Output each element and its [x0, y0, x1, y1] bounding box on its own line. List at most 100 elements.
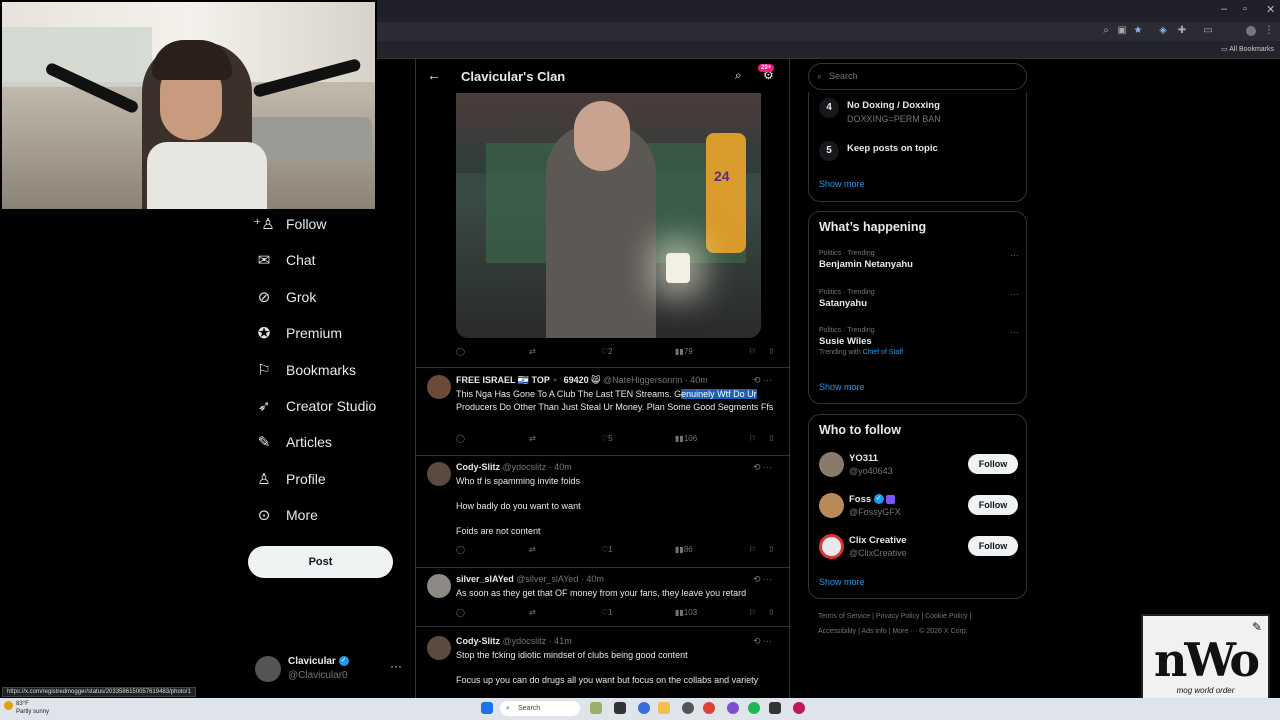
bookmark-icon[interactable]: ⚐ — [749, 434, 756, 443]
edge-icon[interactable] — [638, 702, 650, 714]
nav-profile[interactable]: ♙ Profile — [256, 466, 325, 492]
tweet[interactable]: Cody-Slitz @ydocslitz · 40m ⟲ ··· Who tf… — [416, 462, 789, 567]
avatar[interactable] — [819, 493, 844, 518]
star-icon[interactable]: ★ — [1133, 26, 1143, 36]
chrome-icon[interactable] — [682, 702, 694, 714]
tweet-time[interactable]: · 40m — [685, 375, 708, 385]
trend-item[interactable]: Politics · Trending Susie Wiles Trending… — [819, 327, 1019, 356]
like-button[interactable]: ♡ 5 — [601, 434, 613, 443]
more-dots-icon[interactable]: ··· — [390, 659, 402, 673]
tweet-author[interactable]: FREE ISRAEL 🇮🇱 TOP▪️ 69420 😸 — [456, 375, 601, 385]
folder-icon[interactable] — [658, 702, 670, 714]
tweet-time[interactable]: · 40m — [549, 462, 572, 472]
chrome-profile-icon[interactable] — [703, 702, 715, 714]
weather-widget[interactable]: 83°F Partly sunny — [4, 700, 49, 716]
search-icon[interactable]: ⌕ — [735, 68, 742, 83]
widget-icon[interactable] — [590, 702, 602, 714]
tweet-handle[interactable]: @NateHiggersonnn — [603, 375, 682, 385]
back-arrow-icon[interactable]: ← — [427, 67, 441, 83]
share-icon[interactable]: ⇧ — [768, 347, 775, 356]
nav-articles[interactable]: ✎ Articles — [256, 429, 332, 455]
avatar[interactable] — [819, 534, 844, 559]
repost-icon[interactable]: ⇄ — [529, 545, 536, 554]
reply-icon[interactable]: ◯ — [456, 434, 465, 443]
repost-icon[interactable]: ⇄ — [529, 347, 536, 356]
footer-line[interactable]: Terms of Service | Privacy Policy | Cook… — [818, 609, 1028, 624]
discord-icon[interactable] — [727, 702, 739, 714]
taskview-icon[interactable] — [614, 702, 626, 714]
start-icon[interactable] — [481, 702, 493, 714]
maximize-button[interactable]: ▫ — [1243, 3, 1247, 15]
bookmark-icon[interactable]: ⚐ — [749, 545, 756, 554]
tweet-time[interactable]: · 40m — [581, 574, 604, 584]
views-button[interactable]: ▮▮ 106 — [675, 434, 697, 443]
follow-button[interactable]: Follow — [968, 495, 1018, 515]
nav-more[interactable]: ⊙ More — [256, 502, 318, 528]
nav-chat[interactable]: ✉ Chat — [256, 247, 316, 273]
bookmark-icon[interactable]: ⚐ — [749, 347, 756, 356]
show-more-link[interactable]: Show more — [819, 577, 865, 587]
more-dots-icon[interactable]: ··· — [1010, 250, 1019, 260]
tweet-author[interactable]: Cody-Slitz — [456, 636, 500, 646]
nav-premium[interactable]: ✪ Premium — [256, 320, 342, 346]
follow-suggestion[interactable]: Clix Creative @ClixCreative Follow — [819, 533, 1019, 561]
app-icon[interactable] — [793, 702, 805, 714]
zoom-icon[interactable]: ⌕ — [1101, 26, 1111, 36]
trend-item[interactable]: Politics · Trending Satanyahu ··· — [819, 289, 1019, 309]
tweet-author[interactable]: silver_slAYed — [456, 574, 514, 584]
like-button[interactable]: ♡ 2 — [601, 347, 613, 356]
reply-icon[interactable]: ◯ — [456, 347, 465, 356]
tweet-menu[interactable]: ⟲ ··· — [753, 636, 772, 647]
taskbar-search[interactable]: ⌕ Search — [500, 701, 580, 716]
trend-item[interactable]: Politics · Trending Benjamin Netanyahu ·… — [819, 250, 1019, 270]
bookmark-icon[interactable]: ⚐ — [749, 608, 756, 617]
tweet-menu[interactable]: ⟲ ··· — [753, 375, 772, 386]
tweet[interactable]: silver_slAYed @silver_slAYed · 40m ⟲ ···… — [416, 574, 789, 626]
more-dots-icon[interactable]: ··· — [1010, 327, 1019, 337]
avatar[interactable] — [427, 462, 451, 486]
views-button[interactable]: ▮▮ 86 — [675, 545, 693, 554]
avatar[interactable] — [427, 574, 451, 598]
search-input[interactable]: ⌕ Search — [808, 63, 1027, 90]
account-switcher[interactable]: Clavicular ✓ @Clavicular0 ··· — [255, 654, 405, 684]
minimize-button[interactable]: – — [1221, 3, 1227, 15]
follow-button[interactable]: Follow — [968, 536, 1018, 556]
tweet-time[interactable]: · 41m — [549, 636, 572, 646]
share-icon[interactable]: ⇧ — [768, 434, 775, 443]
post-media-image[interactable]: 24 — [456, 93, 761, 338]
like-button[interactable]: ♡ 1 — [601, 545, 613, 554]
more-dots-icon[interactable]: ··· — [1010, 289, 1019, 299]
nav-follow[interactable]: ⁺♙ Follow — [253, 211, 326, 237]
avatar[interactable] — [819, 452, 844, 477]
share-icon[interactable]: ⇧ — [768, 545, 775, 554]
close-window-button[interactable]: ✕ — [1266, 3, 1275, 16]
avatar[interactable] — [427, 375, 451, 399]
tweet-handle[interactable]: @silver_slAYed — [516, 574, 578, 584]
terminal-icon[interactable] — [769, 702, 781, 714]
reply-icon[interactable]: ◯ — [456, 608, 465, 617]
tweet-handle[interactable]: @ydocslitz — [503, 462, 547, 472]
tweet-menu[interactable]: ⟲ ··· — [753, 574, 772, 585]
puzzle-icon[interactable]: ✚ — [1177, 26, 1187, 36]
avatar[interactable] — [427, 636, 451, 660]
nav-creator-studio[interactable]: ➶ Creator Studio — [256, 393, 377, 419]
nav-bookmarks[interactable]: ⚐ Bookmarks — [256, 357, 356, 383]
views-button[interactable]: ▮▮ 103 — [675, 608, 697, 617]
share-icon[interactable]: ⇧ — [768, 608, 775, 617]
sidebar-icon[interactable]: ▭ — [1203, 26, 1213, 36]
tweet-author[interactable]: Cody-Slitz — [456, 462, 500, 472]
repost-icon[interactable]: ⇄ — [529, 608, 536, 617]
repost-icon[interactable]: ⇄ — [529, 434, 536, 443]
show-more-link[interactable]: Show more — [819, 179, 865, 189]
cast-icon[interactable]: ▣ — [1117, 26, 1127, 36]
show-more-link[interactable]: Show more — [819, 382, 865, 392]
post-button[interactable]: Post — [248, 546, 393, 578]
like-button[interactable]: ♡ 1 — [601, 608, 613, 617]
all-bookmarks-folder[interactable]: ▭ All Bookmarks — [1221, 45, 1274, 53]
tweet-menu[interactable]: ⟲ ··· — [753, 462, 772, 473]
extension-icon[interactable]: ◈ — [1158, 26, 1168, 36]
profile-avatar-icon[interactable] — [1246, 26, 1256, 36]
nav-grok[interactable]: ⊘ Grok — [256, 284, 317, 310]
views-button[interactable]: ▮▮ 79 — [675, 347, 693, 356]
tweet-handle[interactable]: @ydocslitz — [503, 636, 547, 646]
